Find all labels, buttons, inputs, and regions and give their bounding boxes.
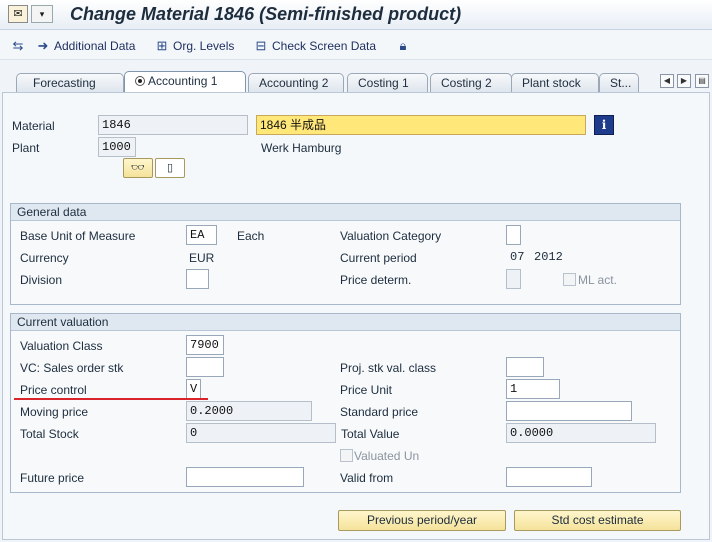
org-levels-button[interactable]: ⊞ Org. Levels	[154, 38, 235, 54]
document-icon[interactable]: ▯	[155, 158, 185, 178]
tab-accounting-1[interactable]: Accounting 1	[124, 71, 246, 93]
total-stock-label: Total Stock	[20, 427, 79, 441]
material-description-field[interactable]: 1846 半成品	[256, 115, 586, 135]
std-cost-estimate-button[interactable]: Std cost estimate	[514, 510, 681, 531]
lock-icon: 🔒︎	[399, 38, 407, 53]
ml-act-checkbox	[563, 273, 576, 286]
valid-from-field[interactable]	[506, 467, 592, 487]
valuation-category-label: Valuation Category	[340, 229, 442, 243]
division-label: Division	[20, 273, 63, 287]
material-field[interactable]: 1846	[98, 115, 248, 135]
proj-stk-field[interactable]	[506, 357, 544, 377]
check-screen-data-button[interactable]: ⊟ Check Screen Data	[253, 38, 377, 54]
tab-scroll-right-icon[interactable]: ▶	[677, 74, 691, 88]
proj-stk-label: Proj. stk val. class	[340, 361, 437, 375]
tab-accounting-2[interactable]: Accounting 2	[248, 73, 344, 93]
valuated-un-label: Valuated Un	[354, 449, 420, 463]
tab-storage[interactable]: St...	[599, 73, 639, 93]
period-year-value: 2012	[534, 250, 563, 264]
valid-from-label: Valid from	[340, 471, 394, 485]
price-control-label: Price control	[20, 383, 87, 397]
standard-price-field[interactable]	[506, 401, 632, 421]
tab-scroll-left-icon[interactable]: ◀	[660, 74, 674, 88]
price-unit-label: Price Unit	[340, 383, 393, 397]
material-label: Material	[12, 119, 55, 133]
tab-plant-stock[interactable]: Plant stock	[511, 73, 599, 93]
currency-value: EUR	[189, 251, 215, 265]
valuation-category-field[interactable]	[506, 225, 521, 245]
plant-field[interactable]: 1000	[98, 137, 136, 157]
tab-list-icon[interactable]: ▤	[695, 74, 709, 88]
current-valuation-title: Current valuation	[11, 314, 680, 331]
valuation-class-field[interactable]: 7900	[186, 335, 224, 355]
application-toolbar: ⇆ ➜ Additional Data ⊞ Org. Levels ⊟ Check S…	[0, 30, 712, 60]
plant-name-text: Werk Hamburg	[261, 141, 342, 155]
dropdown-arrow-icon[interactable]: ▾	[31, 5, 53, 23]
screen-switch-icon: ⇆	[12, 38, 24, 53]
future-price-field[interactable]	[186, 467, 304, 487]
currency-label: Currency	[20, 251, 69, 265]
general-data-title: General data	[11, 204, 680, 221]
sap-menu-icon[interactable]: ✉	[8, 5, 28, 23]
price-determ-field	[506, 269, 521, 289]
previous-period-button[interactable]: Previous period/year	[338, 510, 506, 531]
price-unit-field[interactable]: 1	[506, 379, 560, 399]
price-determ-label: Price determ.	[340, 273, 412, 287]
org-hierarchy-icon: ⊞	[156, 38, 168, 53]
price-control-field[interactable]: V	[186, 379, 201, 399]
vc-sales-label: VC: Sales order stk	[20, 361, 124, 375]
valuated-un-checkbox	[340, 449, 353, 462]
base-uom-label: Base Unit of Measure	[20, 229, 136, 243]
tab-forecasting[interactable]: Forecasting	[16, 73, 124, 93]
period-month-value: 07	[510, 250, 525, 264]
window-title: Change Material 1846 (Semi-finished prod…	[70, 4, 462, 24]
future-price-label: Future price	[20, 471, 85, 485]
tab-strip: Forecasting Accounting 1 Accounting 2 Co…	[0, 70, 712, 93]
red-underline-annotation	[14, 398, 208, 400]
active-tab-radio-icon	[135, 76, 145, 86]
ml-act-label: ML act.	[578, 273, 617, 287]
current-period-label: Current period	[340, 251, 417, 265]
title-bar: ✉ ▾ Change Material 1846 (Semi-finished …	[0, 0, 712, 30]
moving-price-field: 0.2000	[186, 401, 312, 421]
total-value-label: Total Value	[341, 427, 400, 441]
additional-data-button[interactable]: ➜ Additional Data	[35, 38, 136, 54]
valuation-class-label: Valuation Class	[20, 339, 103, 353]
base-uom-text: Each	[237, 229, 265, 243]
lock-button[interactable]: 🔒︎	[395, 38, 411, 54]
plant-label: Plant	[12, 141, 40, 155]
base-uom-field[interactable]: EA	[186, 225, 217, 245]
total-value-field: 0.0000	[506, 423, 656, 443]
tab-costing-2[interactable]: Costing 2	[430, 73, 512, 93]
info-icon[interactable]: i	[594, 115, 614, 135]
arrow-right-icon: ➜	[37, 38, 49, 53]
total-stock-field: 0	[186, 423, 336, 443]
tab-costing-1[interactable]: Costing 1	[347, 73, 428, 93]
other-material-button[interactable]: ⇆	[10, 38, 26, 54]
moving-price-label: Moving price	[20, 405, 89, 419]
standard-price-label: Standard price	[340, 405, 419, 419]
division-field[interactable]	[186, 269, 209, 289]
check-screen-icon: ⊟	[255, 38, 267, 53]
glasses-icon[interactable]: 👓︎	[123, 158, 153, 178]
vc-sales-field[interactable]	[186, 357, 224, 377]
